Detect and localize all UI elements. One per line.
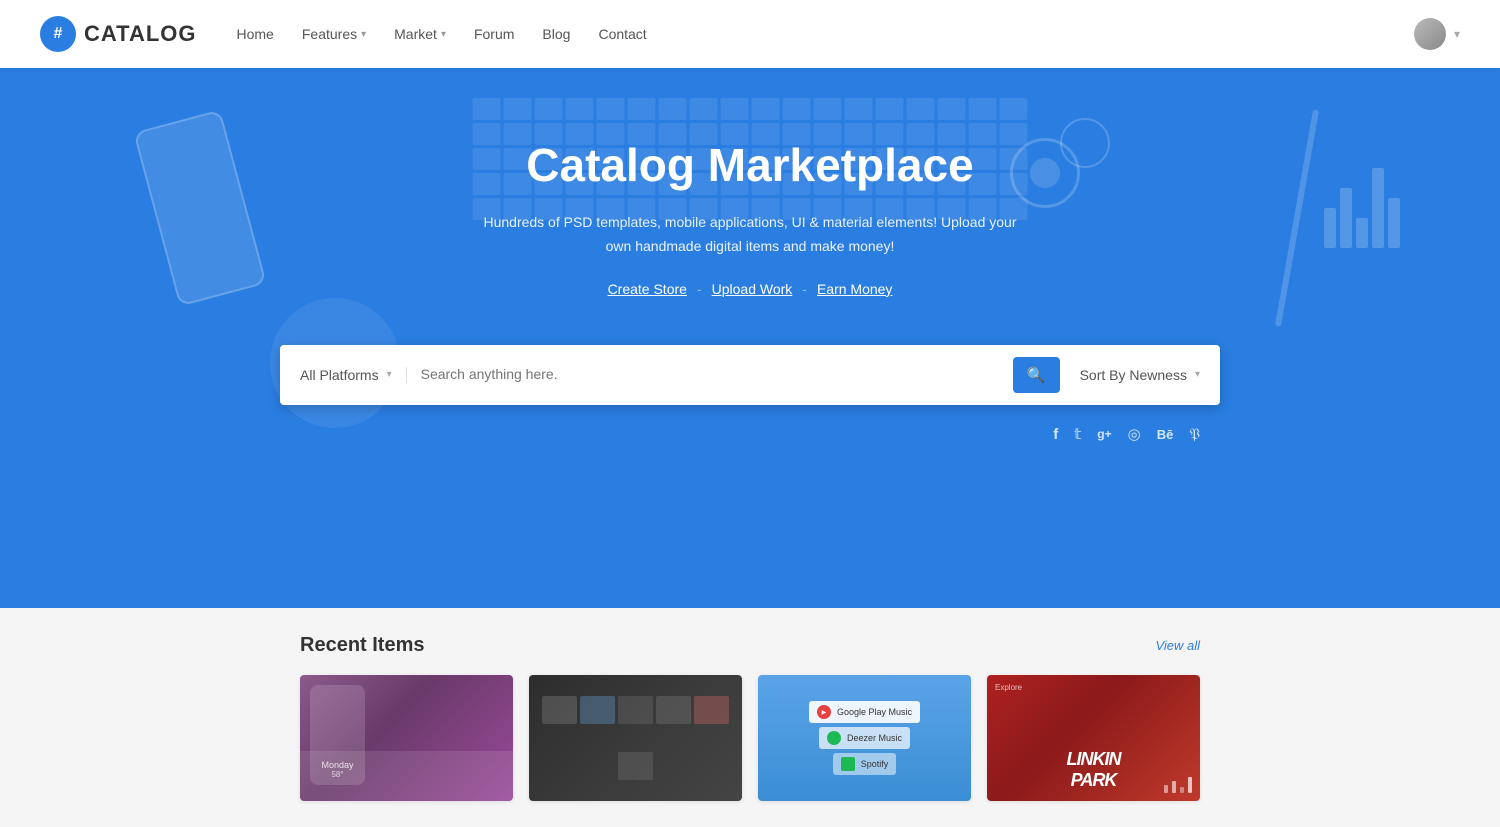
navbar-right: ▾ — [1414, 18, 1460, 50]
nav-item-forum[interactable]: Forum — [474, 26, 514, 42]
search-bar: All Platforms ▾ 🔍 Sort By Newness ▾ — [280, 345, 1220, 405]
nav-item-features[interactable]: Features ▾ — [302, 26, 366, 42]
navbar: # CATALOG Home Features ▾ Market ▾ F — [0, 0, 1500, 68]
sort-dropdown[interactable]: Sort By Newness ▾ — [1060, 367, 1200, 383]
market-dropdown-arrow: ▾ — [441, 29, 446, 40]
brand-logo[interactable]: # CATALOG — [40, 16, 197, 52]
sort-label: Sort By Newness — [1080, 367, 1187, 383]
pinterest-icon[interactable]: 𝔓 — [1189, 426, 1200, 443]
phone-decoration — [133, 109, 267, 306]
hero-content: Catalog Marketplace Hundreds of PSD temp… — [470, 68, 1030, 327]
search-icon: 🔍 — [1027, 367, 1046, 384]
card-4[interactable]: Explore LINKIN PARK — [987, 675, 1200, 801]
recent-items-title: Recent Items — [300, 634, 425, 657]
upload-work-link[interactable]: Upload Work — [712, 281, 793, 297]
hero-links: Create Store - Upload Work - Earn Money — [470, 281, 1030, 297]
nav-item-blog[interactable]: Blog — [542, 26, 570, 42]
search-button[interactable]: 🔍 — [1013, 357, 1060, 393]
section-header: Recent Items View all — [300, 634, 1200, 657]
card-4-thumbnail: Explore LINKIN PARK — [987, 675, 1200, 801]
card-2-thumbnail — [529, 675, 742, 801]
platform-dropdown[interactable]: All Platforms ▾ — [300, 367, 407, 383]
create-store-link[interactable]: Create Store — [608, 281, 687, 297]
twitter-icon[interactable]: 𝕥 — [1074, 425, 1081, 443]
hero-section: (function() { const container = document… — [0, 68, 1500, 608]
card-3-thumbnail: ▶ Google Play Music Deezer Music Spotify — [758, 675, 971, 801]
nav-item-home[interactable]: Home — [237, 26, 274, 42]
cards-grid: Monday 58° — [300, 675, 1200, 801]
sort-arrow-icon: ▾ — [1195, 369, 1200, 380]
social-icons: f 𝕥 g+ ◎ Bē 𝔓 — [1053, 425, 1200, 443]
hero-title: Catalog Marketplace — [470, 138, 1030, 193]
view-all-link[interactable]: View all — [1155, 638, 1200, 653]
search-input-wrap — [407, 366, 1013, 384]
card-2[interactable] — [529, 675, 742, 801]
earn-money-link[interactable]: Earn Money — [817, 281, 892, 297]
nav-menu: Home Features ▾ Market ▾ Forum Blog — [237, 26, 1414, 42]
search-input[interactable] — [421, 366, 999, 382]
user-avatar[interactable] — [1414, 18, 1446, 50]
card-1[interactable]: Monday 58° — [300, 675, 513, 801]
card-1-thumbnail: Monday 58° — [300, 675, 513, 801]
nav-item-contact[interactable]: Contact — [598, 26, 646, 42]
behance-icon[interactable]: Bē — [1157, 427, 1174, 442]
user-dropdown-arrow[interactable]: ▾ — [1454, 27, 1460, 41]
right-circle-decor — [1060, 118, 1110, 168]
facebook-icon[interactable]: f — [1053, 426, 1058, 443]
features-dropdown-arrow: ▾ — [361, 29, 366, 40]
chart-decoration — [1324, 168, 1400, 248]
card-3[interactable]: ▶ Google Play Music Deezer Music Spotify — [758, 675, 971, 801]
platform-label: All Platforms — [300, 367, 379, 383]
googleplus-icon[interactable]: g+ — [1097, 427, 1111, 441]
platform-arrow-icon: ▾ — [387, 369, 392, 380]
nav-item-market[interactable]: Market ▾ — [394, 26, 446, 42]
pencil-decoration — [1275, 109, 1319, 327]
content-area: Recent Items View all Monday 58° — [0, 608, 1500, 827]
hero-subtitle: Hundreds of PSD templates, mobile applic… — [470, 211, 1030, 259]
dribbble-icon[interactable]: ◎ — [1128, 425, 1141, 443]
brand-icon: # — [40, 16, 76, 52]
brand-name: CATALOG — [84, 21, 197, 47]
